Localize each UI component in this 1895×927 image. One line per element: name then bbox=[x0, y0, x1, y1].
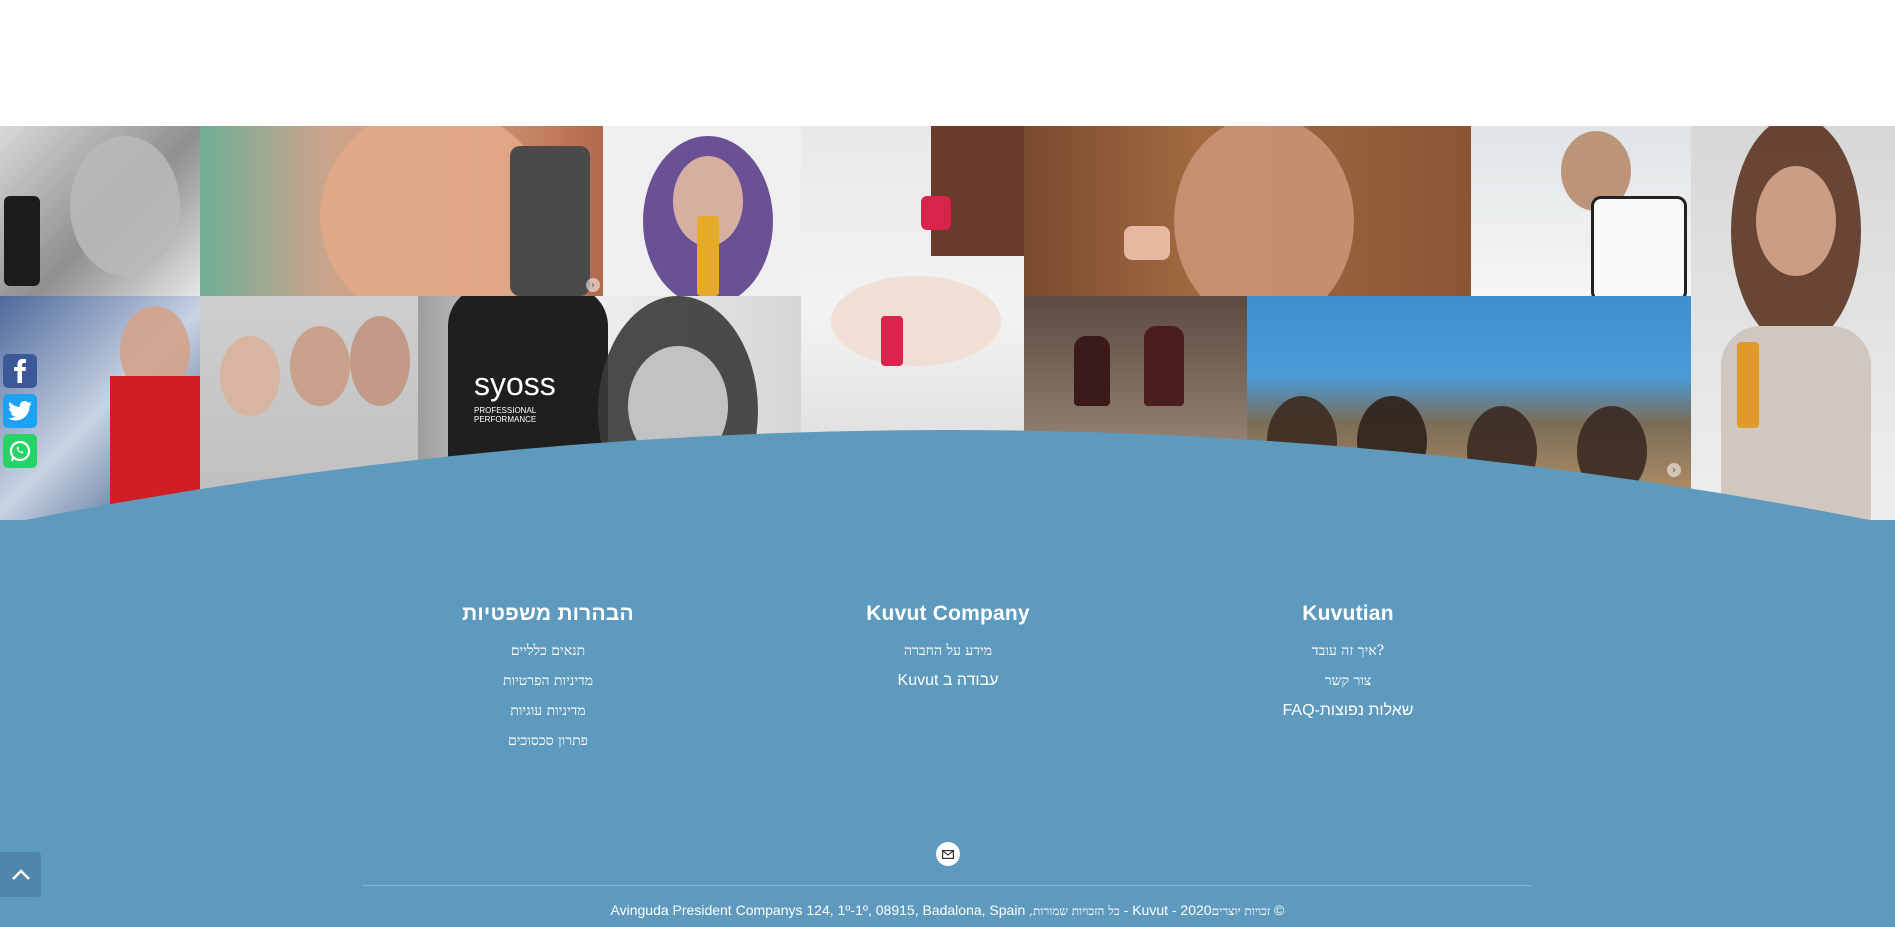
copyright-text: זכויות יוצרים bbox=[1211, 904, 1271, 918]
whatsapp-share-button[interactable] bbox=[3, 434, 37, 468]
footer-column-title: הבהרות משפטיות bbox=[462, 602, 634, 625]
footer-divider bbox=[362, 885, 1532, 886]
footer-column-title: Kuvut Company bbox=[866, 602, 1030, 625]
footer-link-cookies[interactable]: מדיניות עוגיות bbox=[418, 696, 678, 726]
footer-column-kuvutian: Kuvutian ?איך זה עובד צור קשר שאלות נפוצ… bbox=[1218, 602, 1478, 726]
gallery-photo bbox=[0, 126, 200, 296]
twitter-share-button[interactable] bbox=[3, 394, 37, 428]
envelope-icon bbox=[942, 849, 954, 859]
product-sublabel: PROFESSIONAL PERFORMANCE bbox=[474, 406, 537, 424]
footer-column-legal: הבהרות משפטיות תנאים כלליים מדיניות הפרט… bbox=[418, 602, 678, 756]
gallery-photo bbox=[1024, 126, 1471, 296]
scroll-to-top-button[interactable] bbox=[0, 852, 41, 897]
footer-link-about[interactable]: מידע על החברה bbox=[818, 636, 1078, 666]
facebook-icon bbox=[14, 359, 26, 383]
gallery-photo: › bbox=[200, 126, 603, 296]
footer-link-contact[interactable]: צור קשר bbox=[1218, 666, 1478, 696]
twitter-icon bbox=[8, 401, 32, 421]
chevron-up-icon bbox=[11, 868, 30, 880]
footer-link-terms[interactable]: תנאים כלליים bbox=[418, 636, 678, 666]
company-address: Avinguda President Companys 124, 1º-1º, … bbox=[610, 902, 1026, 918]
copyright-line: Avinguda President Companys 124, 1º-1º, … bbox=[0, 902, 1895, 919]
facebook-share-button[interactable] bbox=[3, 354, 37, 388]
footer-link-careers[interactable]: עבודה ב Kuvut bbox=[818, 666, 1078, 696]
rights-text: ,כל הזכויות שמורות bbox=[1029, 904, 1120, 918]
footer-link-faq[interactable]: שאלות נפוצות-FAQ bbox=[1218, 696, 1478, 726]
gallery-photo bbox=[603, 126, 801, 296]
footer-link-how-it-works[interactable]: ?איך זה עובד bbox=[1218, 636, 1478, 666]
email-button[interactable] bbox=[936, 842, 960, 866]
gallery-photo bbox=[1471, 126, 1691, 296]
footer-column-title: Kuvutian bbox=[1302, 602, 1394, 625]
product-label: syoss bbox=[474, 366, 556, 402]
whatsapp-icon bbox=[9, 440, 31, 462]
footer-link-privacy[interactable]: מדיניות הפרטיות bbox=[418, 666, 678, 696]
footer-link-disputes[interactable]: פתרון סכסוכים bbox=[418, 726, 678, 756]
gallery-photo bbox=[801, 126, 1024, 436]
footer-wave bbox=[0, 430, 1895, 535]
gallery-next-arrow[interactable]: › bbox=[586, 278, 600, 292]
copyright-symbol: © bbox=[1274, 902, 1285, 918]
brand-year: - Kuvut - 2020 bbox=[1123, 902, 1212, 918]
footer-column-company: Kuvut Company מידע על החברה עבודה ב Kuvu… bbox=[818, 602, 1078, 696]
